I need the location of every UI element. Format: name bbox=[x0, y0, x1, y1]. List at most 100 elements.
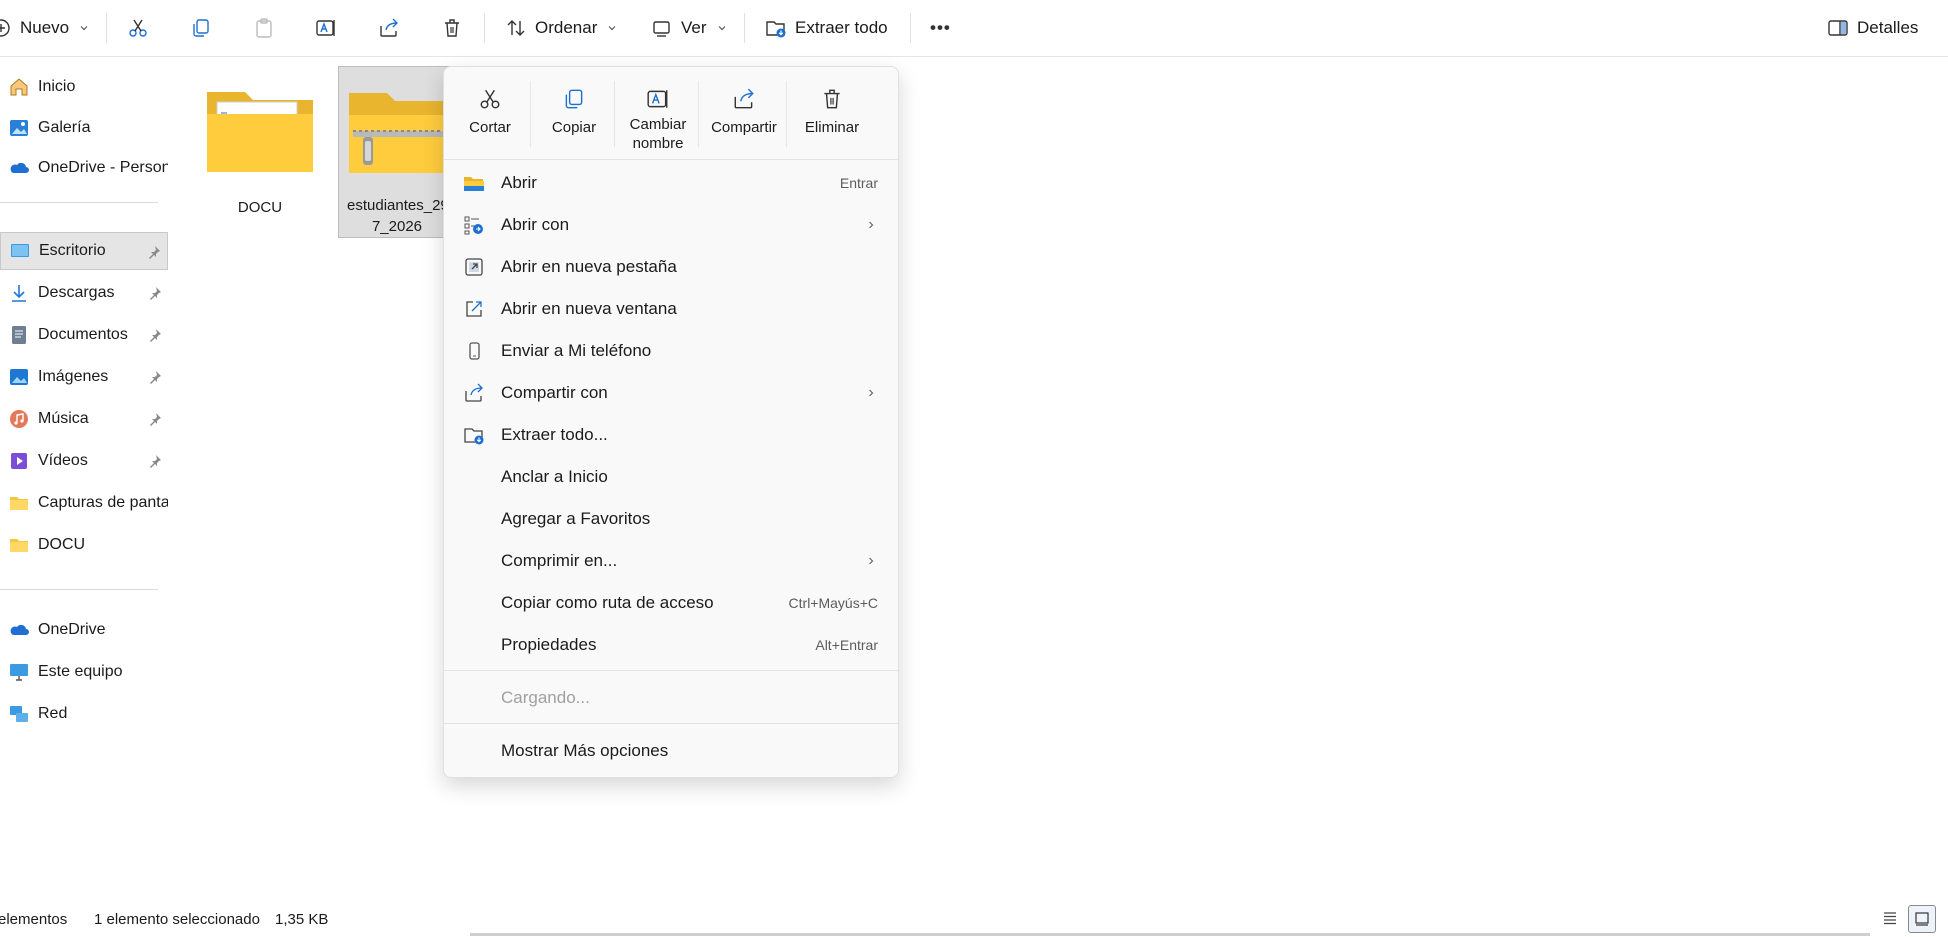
chevron-right-icon bbox=[866, 556, 876, 566]
sidebar-item-onedrive-personal[interactable]: OneDrive - Persona bbox=[0, 149, 168, 187]
menu-item-label: Extraer todo... bbox=[501, 425, 608, 444]
extract-all-button[interactable]: Extraer todo bbox=[765, 0, 888, 56]
share-button[interactable] bbox=[378, 0, 400, 56]
share-label: Compartir bbox=[711, 119, 777, 136]
menu-item-mas-opciones[interactable]: Mostrar Más opciones bbox=[444, 731, 898, 771]
sidebar-item-label: Este equipo bbox=[38, 663, 123, 680]
folder-docu[interactable]: DOCU bbox=[205, 62, 315, 242]
toolbar-separator bbox=[910, 13, 911, 43]
menu-item-anclar-inicio[interactable]: Anclar a Inicio bbox=[444, 457, 898, 497]
file-name: estudiantes_29 7_2026 bbox=[347, 195, 455, 237]
menu-item-cargando: Cargando... bbox=[444, 678, 898, 718]
sidebar-item-descargas[interactable]: Descargas bbox=[0, 274, 168, 312]
sidebar-divider bbox=[0, 202, 158, 203]
menu-item-nueva-pestana[interactable]: Abrir en nueva pestaña bbox=[444, 247, 898, 287]
zip-folder-estudiantes[interactable]: estudiantes_29 7_2026 bbox=[338, 66, 456, 238]
sidebar-item-este-equipo[interactable]: Este equipo bbox=[0, 653, 168, 691]
extract-icon bbox=[765, 17, 787, 39]
clipboard-icon bbox=[253, 17, 275, 39]
menu-item-propiedades[interactable]: Propiedades Alt+Entrar bbox=[444, 625, 898, 665]
sidebar-item-docu[interactable]: DOCU bbox=[0, 526, 168, 564]
context-share-button[interactable]: Compartir bbox=[702, 77, 786, 157]
delete-button[interactable] bbox=[441, 0, 463, 56]
sidebar-item-capturas[interactable]: Capturas de pantall bbox=[0, 484, 168, 522]
menu-item-label: Compartir con bbox=[501, 383, 608, 402]
sidebar-item-videos[interactable]: Vídeos bbox=[0, 442, 168, 480]
tiles-view-button[interactable] bbox=[1908, 905, 1936, 933]
pin-icon[interactable] bbox=[147, 245, 161, 259]
copy-label: Copiar bbox=[551, 119, 597, 136]
sidebar-item-imagenes[interactable]: Imágenes bbox=[0, 358, 168, 396]
context-menu: Cortar Copiar Cambiar nombre Compartir E… bbox=[443, 66, 899, 778]
scissors-icon bbox=[478, 87, 502, 111]
pin-icon[interactable] bbox=[148, 328, 162, 342]
sidebar-item-red[interactable]: Red bbox=[0, 695, 168, 733]
menu-item-enviar-telefono[interactable]: Enviar a Mi teléfono bbox=[444, 331, 898, 371]
context-rename-button[interactable]: Cambiar nombre bbox=[618, 77, 698, 157]
sidebar-item-musica[interactable]: Música bbox=[0, 400, 168, 438]
more-options-button[interactable]: ••• bbox=[930, 0, 951, 56]
trash-icon bbox=[441, 17, 463, 39]
details-button[interactable]: Detalles bbox=[1827, 0, 1918, 56]
documents-icon bbox=[8, 324, 30, 346]
sidebar-item-label: Escritorio bbox=[39, 242, 106, 259]
sidebar-item-escritorio[interactable]: Escritorio bbox=[0, 232, 168, 270]
rename-button[interactable] bbox=[315, 0, 337, 56]
view-button[interactable]: Ver bbox=[651, 0, 727, 56]
context-copy-button[interactable]: Copiar bbox=[534, 77, 614, 157]
new-button[interactable]: Nuevo bbox=[0, 0, 89, 56]
paste-button[interactable] bbox=[253, 0, 275, 56]
sidebar-item-label: OneDrive bbox=[38, 621, 106, 638]
sidebar-item-onedrive[interactable]: OneDrive bbox=[0, 611, 168, 649]
chevron-down-icon bbox=[607, 23, 617, 33]
pin-icon[interactable] bbox=[148, 454, 162, 468]
file-name-line2: 7_2026 bbox=[371, 218, 423, 235]
large-icons-view-icon bbox=[1914, 911, 1930, 927]
music-icon bbox=[8, 408, 30, 430]
pin-icon[interactable] bbox=[148, 370, 162, 384]
menu-item-abrir[interactable]: Abrir Entrar bbox=[444, 163, 898, 203]
menu-item-copiar-ruta[interactable]: Copiar como ruta de acceso Ctrl+Mayús+C bbox=[444, 583, 898, 623]
pin-icon[interactable] bbox=[148, 286, 162, 300]
folder-icon bbox=[205, 82, 315, 182]
folder-icon bbox=[8, 534, 30, 556]
share-icon bbox=[463, 382, 485, 404]
sidebar-item-galeria[interactable]: Galería bbox=[0, 109, 168, 147]
network-icon bbox=[8, 703, 30, 725]
context-delete-button[interactable]: Eliminar bbox=[790, 77, 874, 157]
menu-item-extraer-todo[interactable]: Extraer todo... bbox=[444, 415, 898, 455]
new-window-icon bbox=[463, 298, 485, 320]
menu-item-label: Abrir en nueva pestaña bbox=[501, 257, 677, 276]
delete-label: Eliminar bbox=[804, 119, 860, 136]
sidebar-divider bbox=[0, 589, 158, 590]
details-view-button[interactable] bbox=[1877, 905, 1903, 931]
copy-button[interactable] bbox=[190, 0, 212, 56]
sidebar-item-label: Música bbox=[38, 410, 89, 427]
menu-item-compartir-con[interactable]: Compartir con bbox=[444, 373, 898, 413]
sidebar-item-label: OneDrive - Persona bbox=[38, 159, 168, 176]
pin-icon[interactable] bbox=[148, 412, 162, 426]
chevron-down-icon bbox=[79, 23, 89, 33]
share-icon bbox=[378, 17, 400, 39]
toolbar-separator bbox=[744, 13, 745, 43]
extract-all-label: Extraer todo bbox=[795, 18, 888, 37]
context-cut-button[interactable]: Cortar bbox=[450, 77, 530, 157]
menu-item-label: Enviar a Mi teléfono bbox=[501, 341, 652, 360]
menu-item-label: Comprimir en... bbox=[501, 551, 618, 570]
menu-item-nueva-ventana[interactable]: Abrir en nueva ventana bbox=[444, 289, 898, 329]
menu-item-agregar-favoritos[interactable]: Agregar a Favoritos bbox=[444, 499, 898, 539]
file-name-line1: estudiantes_29 bbox=[347, 197, 449, 214]
sidebar-item-documentos[interactable]: Documentos bbox=[0, 316, 168, 354]
quick-action-separator bbox=[614, 81, 615, 147]
horizontal-scrollbar[interactable] bbox=[470, 933, 1870, 936]
phone-icon bbox=[463, 340, 485, 362]
menu-item-abrir-con[interactable]: Abrir con bbox=[444, 205, 898, 245]
sort-button[interactable]: Ordenar bbox=[505, 0, 617, 56]
onedrive-icon bbox=[8, 619, 30, 641]
menu-item-comprimir[interactable]: Comprimir en... bbox=[444, 541, 898, 581]
cut-label: Cortar bbox=[469, 119, 511, 136]
chevron-right-icon bbox=[866, 388, 876, 398]
more-icon: ••• bbox=[930, 18, 951, 37]
sidebar-item-inicio[interactable]: Inicio bbox=[0, 68, 168, 106]
cut-button[interactable] bbox=[127, 0, 149, 56]
